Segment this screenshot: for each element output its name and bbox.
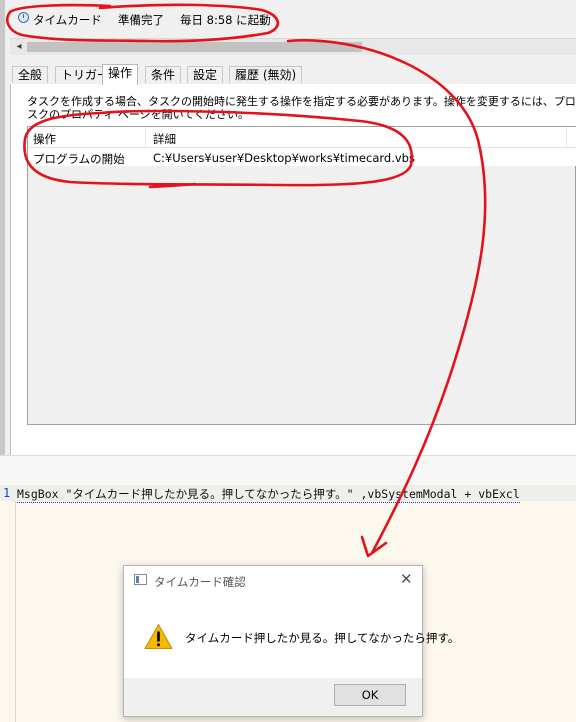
task-status: 準備完了 (118, 13, 164, 27)
row-details: C:¥Users¥user¥Desktop¥works¥timecard.vbs (153, 151, 415, 165)
message-box-title: タイムカード確認 (154, 575, 246, 589)
column-divider[interactable] (145, 127, 146, 147)
message-box: タイムカード確認 ✕ タイムカード押したか見る。押してなかったら押す。 OK (123, 565, 459, 717)
table-row[interactable]: プログラムの開始 C:¥Users¥user¥Desktop¥works¥tim… (28, 148, 576, 166)
actions-description: タスクを作成する場合、タスクの開始時に発生する操作を指定する必要があります。操作… (27, 95, 576, 121)
message-text: タイムカード押したか見る。押してなかったら押す。 (185, 631, 460, 645)
warning-icon (144, 624, 173, 649)
message-box-titlebar[interactable]: タイムカード確認 ✕ (124, 566, 422, 594)
column-header-details[interactable]: 詳細 (153, 131, 176, 147)
task-scheduler-panel: タイムカード 準備完了 毎日 8:58 に起動 ◂ 全般 トリガー 操作 条件 … (0, 0, 576, 455)
line-number: 1 (3, 486, 11, 500)
scrollbar-thumb[interactable] (27, 42, 362, 52)
tab-conditions[interactable]: 条件 (145, 66, 182, 83)
app-window-icon (134, 574, 147, 585)
scroll-left-icon[interactable]: ◂ (13, 39, 25, 55)
column-header-action[interactable]: 操作 (33, 131, 56, 147)
tab-bar: 全般 トリガー 操作 条件 設定 履歴 (無効) (10, 64, 576, 85)
task-name: タイムカード (33, 13, 102, 27)
code-text[interactable]: MsgBox "タイムカード押したか見る。押してなかったら押す。" ,vbSys… (17, 486, 520, 503)
window-edge (0, 0, 5, 455)
annotation-arrow-head (360, 535, 388, 558)
list-header: 操作 詳細 (28, 127, 576, 148)
actions-list[interactable]: 操作 詳細 プログラムの開始 C:¥Users¥user¥Desktop¥wor… (27, 126, 576, 425)
tab-history[interactable]: 履歴 (無効) (229, 66, 303, 83)
column-divider[interactable] (566, 127, 567, 147)
window-bottom-strip (0, 455, 576, 483)
task-trigger: 毎日 8:58 に起動 (180, 13, 271, 27)
message-box-footer: OK (124, 678, 422, 716)
description-line-1: タスクを作成する場合、タスクの開始時に発生する操作を指定する必要があります。操作… (27, 95, 576, 108)
task-row[interactable]: タイムカード 準備完了 毎日 8:58 に起動 (10, 8, 576, 30)
tab-general[interactable]: 全般 (12, 66, 49, 83)
description-line-2: スクのプロパティ ページを開いてください。 (27, 108, 249, 121)
horizontal-scrollbar[interactable]: ◂ (10, 38, 576, 55)
code-line[interactable]: 1 MsgBox "タイムカード押したか見る。押してなかったら押す。" ,vbS… (0, 485, 576, 503)
tab-actions[interactable]: 操作 (102, 64, 139, 85)
tab-settings[interactable]: 設定 (187, 66, 224, 83)
row-action: プログラムの開始 (33, 152, 125, 166)
clock-icon (18, 12, 29, 23)
ok-button[interactable]: OK (334, 684, 406, 706)
close-icon[interactable]: ✕ (400, 571, 413, 587)
editor-gutter (15, 485, 16, 722)
